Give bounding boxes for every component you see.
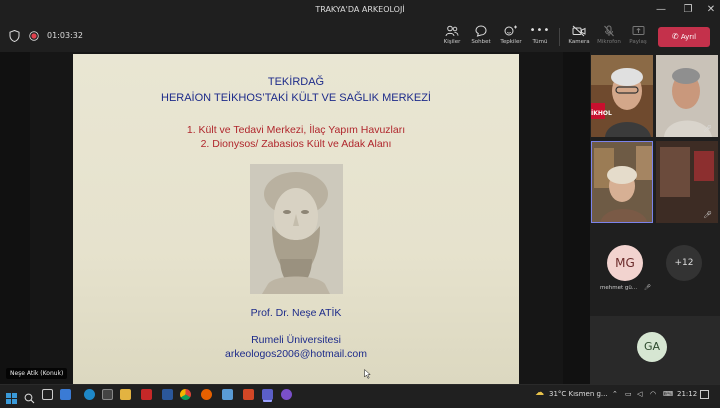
chrome-icon[interactable] bbox=[180, 389, 191, 400]
participants-panel: İKHOL 🎤︎ 🎤︎ MG mehmet gü... 🎤︎ +12 GA bbox=[590, 52, 720, 384]
store-icon[interactable] bbox=[102, 389, 113, 400]
network-icon[interactable]: ▭ bbox=[625, 390, 632, 398]
acrobat-icon[interactable] bbox=[141, 389, 152, 400]
mic-off-icon: 🎤︎ bbox=[703, 125, 712, 133]
people-button[interactable]: Kişiler bbox=[437, 25, 467, 45]
chat-icon bbox=[466, 25, 496, 39]
mouse-cursor-icon bbox=[364, 368, 371, 381]
weather-text[interactable]: 31°C Kısmen g... bbox=[549, 390, 608, 398]
share-button[interactable]: Paylaş bbox=[623, 25, 653, 45]
reactions-icon bbox=[496, 25, 526, 39]
people-icon bbox=[437, 25, 467, 39]
windows-icon[interactable] bbox=[6, 389, 17, 404]
more-participants-count: +12 bbox=[674, 258, 694, 268]
participant-video-3[interactable] bbox=[591, 141, 653, 223]
windows-taskbar: ☁︎ 31°C Kısmen g... ⌃ ▭ ◁ ◠ ⌨ 21:12 bbox=[0, 384, 720, 404]
search-icon[interactable] bbox=[24, 389, 35, 404]
weather-icon: ☁︎ bbox=[535, 388, 544, 398]
minimize-icon[interactable]: — bbox=[654, 4, 668, 15]
mic-off-icon: 🎤︎ bbox=[644, 285, 651, 291]
shield-icon bbox=[9, 29, 20, 45]
window-title: TRAKYA'DA ARKEOLOJİ bbox=[315, 5, 405, 14]
paint-icon[interactable] bbox=[222, 389, 233, 400]
window-titlebar: TRAKYA'DA ARKEOLOJİ — ❐ ✕ bbox=[0, 0, 720, 22]
chat-label: Sohbet bbox=[471, 39, 491, 45]
camera-label: Kamera bbox=[568, 39, 590, 45]
slide-author: Prof. Dr. Neşe ATİK bbox=[250, 307, 342, 319]
slide-item-1: 1. Kült ve Tedavi Merkezi, İlaç Yapım Ha… bbox=[186, 124, 406, 136]
slide-title-line1: TEKİRDAĞ bbox=[267, 76, 325, 88]
bust-image bbox=[250, 164, 343, 294]
participant-tile-ga[interactable]: GA bbox=[590, 316, 720, 384]
wifi-icon[interactable]: ◠ bbox=[650, 390, 656, 398]
share-icon bbox=[623, 25, 653, 39]
camera-button[interactable]: Kamera bbox=[564, 25, 594, 45]
avatar-mg[interactable]: MG bbox=[607, 245, 643, 281]
volume-icon[interactable]: ◁ bbox=[637, 390, 642, 398]
participant-video-1[interactable]: İKHOL bbox=[591, 55, 653, 137]
shared-screen-stage: TEKİRDAĞ HERAİON TEİKHOS’TAKİ KÜLT VE SA… bbox=[0, 52, 590, 384]
presentation-slide: TEKİRDAĞ HERAİON TEİKHOS’TAKİ KÜLT VE SA… bbox=[73, 54, 519, 384]
avatar-initials: MG bbox=[615, 256, 635, 270]
mic-off-icon: 🎤︎ bbox=[703, 211, 712, 219]
meeting-timer: 01:03:32 bbox=[47, 31, 83, 40]
more-icon: ••• bbox=[529, 25, 551, 36]
edge-icon[interactable] bbox=[84, 389, 95, 400]
avatar-initials: GA bbox=[643, 340, 661, 353]
maximize-icon[interactable]: ❐ bbox=[681, 4, 695, 15]
mic-off-icon bbox=[594, 25, 624, 39]
slide-item-2: 2. Dionysos/ Zabasios Kült ve Adak Alanı bbox=[200, 138, 392, 150]
chat-button[interactable]: Sohbet bbox=[466, 25, 496, 45]
teams-icon[interactable] bbox=[262, 389, 273, 400]
participant-name-mg: mehmet gü... bbox=[600, 285, 638, 291]
leave-label: Ayrıl bbox=[680, 33, 697, 41]
slide-email: arkeologos2006@hotmail.com bbox=[225, 348, 367, 360]
tray-chevron-icon[interactable]: ⌃ bbox=[612, 390, 618, 398]
phone-icon: ✆ bbox=[671, 32, 679, 41]
powerpoint-icon[interactable] bbox=[243, 389, 254, 400]
more-button[interactable]: ••• Tümü bbox=[525, 25, 555, 45]
notifications-icon[interactable] bbox=[700, 390, 709, 399]
record-icon bbox=[29, 31, 39, 44]
settings-icon[interactable] bbox=[281, 389, 292, 400]
word-icon[interactable] bbox=[162, 389, 173, 400]
people-label: Kişiler bbox=[443, 39, 461, 45]
language-icon[interactable]: ⌨ bbox=[663, 390, 673, 398]
slide-university: Rumeli Üniversitesi bbox=[251, 334, 341, 346]
reactions-button[interactable]: Tepkiler bbox=[496, 25, 526, 45]
widgets-icon[interactable] bbox=[60, 389, 71, 400]
participant-badge: İKHOL bbox=[591, 110, 612, 117]
clock[interactable]: 21:12 bbox=[677, 390, 697, 398]
presenter-name-tag: Neşe Atik (Konuk) bbox=[6, 368, 68, 379]
slide-title-line2: HERAİON TEİKHOS’TAKİ KÜLT VE SAĞLIK MERK… bbox=[161, 92, 431, 104]
mic-label: Mikrofon bbox=[597, 39, 621, 45]
toolbar-divider bbox=[559, 28, 560, 46]
close-icon[interactable]: ✕ bbox=[704, 4, 718, 15]
firefox-icon[interactable] bbox=[201, 389, 212, 400]
more-participants-button[interactable]: +12 bbox=[666, 245, 702, 281]
participant-video-2[interactable]: 🎤︎ bbox=[656, 55, 718, 137]
reactions-label: Tepkiler bbox=[500, 39, 522, 45]
meeting-toolbar: 01:03:32 Kişiler Sohbet Tepkiler ••• Tüm… bbox=[0, 22, 720, 52]
explorer-icon[interactable] bbox=[120, 389, 131, 400]
camera-icon bbox=[564, 25, 594, 39]
participant-video-4[interactable]: 🎤︎ bbox=[656, 141, 718, 223]
taskview-icon[interactable] bbox=[42, 389, 53, 400]
more-label: Tümü bbox=[532, 39, 548, 45]
avatar-ga: GA bbox=[637, 332, 667, 362]
share-label: Paylaş bbox=[629, 39, 647, 45]
mic-button[interactable]: Mikrofon bbox=[594, 25, 624, 45]
leave-button[interactable]: ✆ Ayrıl bbox=[658, 27, 710, 47]
